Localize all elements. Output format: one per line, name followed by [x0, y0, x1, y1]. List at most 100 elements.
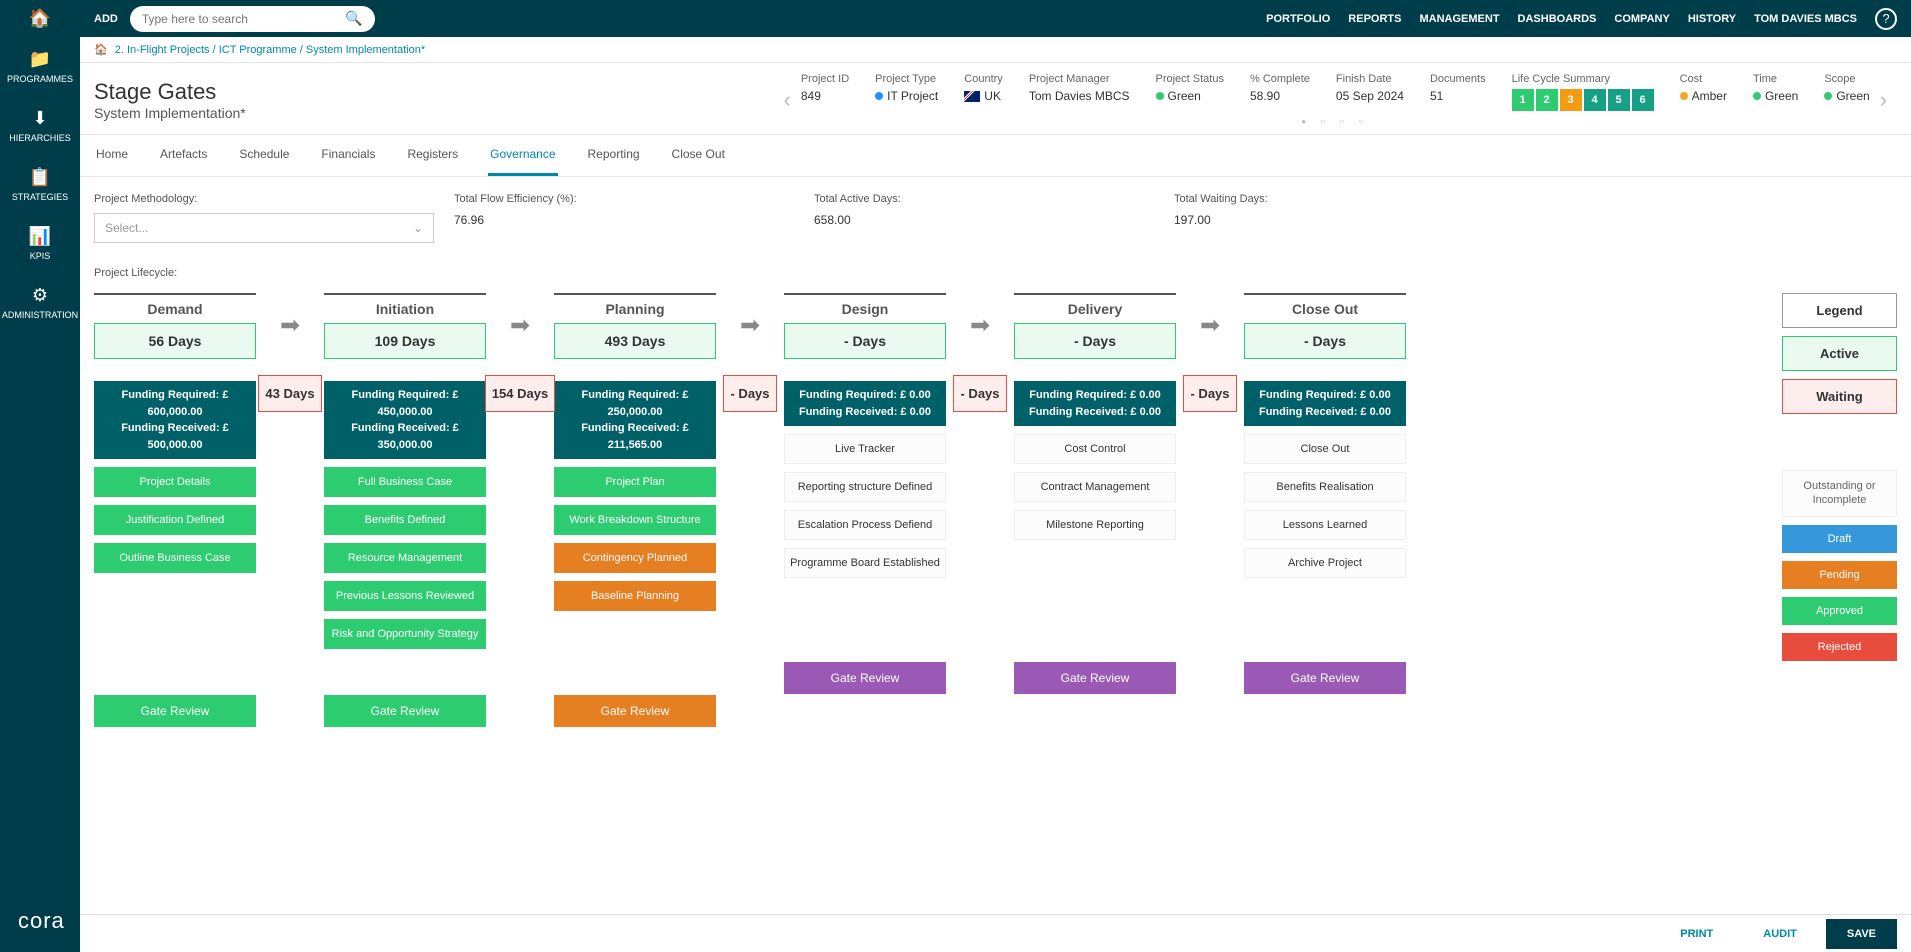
nav-icon: 📋: [29, 167, 51, 188]
tab-registers[interactable]: Registers: [405, 135, 460, 176]
stage-item[interactable]: Archive Project: [1244, 548, 1406, 578]
stage-item[interactable]: Benefits Defined: [324, 505, 486, 535]
stage-design: Design - Days Funding Required: £ 0.00Fund…: [784, 293, 946, 694]
stage-item[interactable]: Work Breakdown Structure: [554, 505, 716, 535]
search-input[interactable]: [142, 12, 346, 26]
stage-arrow: ➡43 Days: [264, 293, 316, 340]
tab-artefacts[interactable]: Artefacts: [158, 135, 209, 176]
arrow-right-icon: ➡: [510, 311, 530, 340]
sidebar-item-hierarchies[interactable]: ⬇HIERARCHIES: [0, 96, 80, 155]
stage-item[interactable]: Previous Lessons Reviewed: [324, 581, 486, 611]
waiting-days-box: - Days: [1183, 375, 1236, 412]
stage-item[interactable]: Programme Board Established: [784, 548, 946, 578]
stage-item[interactable]: Live Tracker: [784, 434, 946, 464]
sidebar-item-administration[interactable]: ⚙ADMINISTRATION: [0, 273, 80, 332]
gate-review-button[interactable]: Gate Review: [324, 695, 486, 727]
topnav-dashboards[interactable]: DASHBOARDS: [1518, 13, 1597, 25]
tab-financials[interactable]: Financials: [319, 135, 377, 176]
breadcrumb-home-icon[interactable]: 🏠: [94, 44, 108, 56]
print-button[interactable]: PRINT: [1659, 919, 1734, 949]
uk-flag-icon: [964, 91, 980, 102]
gate-review-button[interactable]: Gate Review: [554, 695, 716, 727]
audit-button[interactable]: AUDIT: [1742, 919, 1818, 949]
funding-box: Funding Required: £ 0.00Funding Received…: [784, 381, 946, 426]
methodology-select[interactable]: Select... ⌄: [94, 213, 434, 243]
stage-item[interactable]: Resource Management: [324, 543, 486, 573]
chevron-right-icon[interactable]: ›: [1870, 87, 1897, 113]
sidebar-item-strategies[interactable]: 📋STRATEGIES: [0, 155, 80, 214]
chevron-left-icon[interactable]: ‹: [774, 87, 801, 113]
stage-item[interactable]: Project Details: [94, 467, 256, 497]
carousel-dots[interactable]: ● ○ ○ ○: [801, 117, 1870, 126]
gate-review-button[interactable]: Gate Review: [784, 662, 946, 694]
topnav-history[interactable]: HISTORY: [1688, 13, 1736, 25]
tab-schedule[interactable]: Schedule: [237, 135, 291, 176]
funding-box: Funding Required: £ 600,000.00Funding Re…: [94, 381, 256, 459]
breadcrumb[interactable]: 🏠 2. In-Flight Projects / ICT Programme …: [80, 37, 1911, 63]
stage-item[interactable]: Cost Control: [1014, 434, 1176, 464]
stage-item[interactable]: Outline Business Case: [94, 543, 256, 573]
nav-icon: ⚙: [32, 285, 48, 306]
stage-item[interactable]: Close Out: [1244, 434, 1406, 464]
stage-title: Close Out: [1292, 301, 1358, 317]
funding-box: Funding Required: £ 0.00Funding Received…: [1014, 381, 1176, 426]
gate-review-button[interactable]: Gate Review: [1014, 662, 1176, 694]
stage-item[interactable]: Full Business Case: [324, 467, 486, 497]
tab-governance[interactable]: Governance: [488, 135, 557, 176]
stage-item[interactable]: Reporting structure Defined: [784, 472, 946, 502]
active-days-box: 109 Days: [324, 323, 486, 359]
help-icon[interactable]: ?: [1875, 8, 1897, 30]
stage-close-out: Close Out- DaysFunding Required: £ 0.00F…: [1244, 293, 1406, 694]
waiting-days-box: - Days: [953, 375, 1006, 412]
page-subtitle: System Implementation*: [94, 105, 246, 121]
sidebar-item-programmes[interactable]: 📁PROGRAMMES: [0, 37, 80, 96]
search-icon[interactable]: 🔍: [345, 10, 362, 27]
gate-review-button[interactable]: Gate Review: [94, 695, 256, 727]
funding-box: Funding Required: £ 0.00Funding Received…: [1244, 381, 1406, 426]
sidebar-item-kpis[interactable]: 📊KPIS: [0, 214, 80, 273]
chevron-down-icon: ⌄: [413, 221, 423, 235]
stage-planning: Planning493 DaysFunding Required: £ 250,…: [554, 293, 716, 727]
home-icon[interactable]: 🏠: [0, 0, 80, 37]
topnav-portfolio[interactable]: PORTFOLIO: [1266, 13, 1330, 25]
active-days-box: - Days: [784, 323, 946, 359]
legend-active: Active: [1782, 336, 1897, 371]
tab-reporting[interactable]: Reporting: [586, 135, 642, 176]
stage-item[interactable]: Project Plan: [554, 467, 716, 497]
stage-item[interactable]: Risk and Opportunity Strategy: [324, 619, 486, 649]
dot-icon: [1680, 92, 1688, 100]
dot-icon: [875, 92, 883, 100]
stage-arrow: ➡154 Days: [494, 293, 546, 340]
stage-item[interactable]: Justification Defined: [94, 505, 256, 535]
tab-close-out[interactable]: Close Out: [670, 135, 727, 176]
topnav-tom-davies-mbcs[interactable]: TOM DAVIES MBCS: [1754, 13, 1857, 25]
gate-review-button[interactable]: Gate Review: [1244, 662, 1406, 694]
stage-item[interactable]: Benefits Realisation: [1244, 472, 1406, 502]
legend-draft: Draft: [1782, 525, 1897, 553]
stage-item[interactable]: Escalation Process Defiend: [784, 510, 946, 540]
save-button[interactable]: SAVE: [1826, 919, 1897, 949]
waiting-days-box: 43 Days: [258, 375, 321, 412]
stage-title: Design: [842, 301, 889, 317]
stage-item[interactable]: Contingency Planned: [554, 543, 716, 573]
legend-pending: Pending: [1782, 561, 1897, 589]
stage-delivery: Delivery- DaysFunding Required: £ 0.00Fu…: [1014, 293, 1176, 694]
stage-initiation: Initiation109 DaysFunding Required: £ 45…: [324, 293, 486, 727]
tab-home[interactable]: Home: [94, 135, 130, 176]
stage-item[interactable]: Milestone Reporting: [1014, 510, 1176, 540]
stage-item[interactable]: Lessons Learned: [1244, 510, 1406, 540]
search-box[interactable]: 🔍: [130, 6, 375, 32]
stage-title: Demand: [147, 301, 202, 317]
lifecycle-summary: 123456: [1512, 89, 1654, 111]
dot-icon: [1156, 92, 1164, 100]
stage-item[interactable]: Baseline Planning: [554, 581, 716, 611]
topnav-reports[interactable]: REPORTS: [1348, 13, 1401, 25]
stage-title: Planning: [605, 301, 664, 317]
arrow-right-icon: ➡: [740, 311, 760, 340]
stage-item[interactable]: Contract Management: [1014, 472, 1176, 502]
add-button[interactable]: ADD: [94, 13, 118, 25]
topnav-management[interactable]: MANAGEMENT: [1419, 13, 1499, 25]
sidebar: 🏠 📁PROGRAMMES⬇HIERARCHIES📋STRATEGIES📊KPI…: [0, 0, 80, 952]
topnav-company[interactable]: COMPANY: [1614, 13, 1669, 25]
waiting-days-box: 154 Days: [485, 375, 555, 412]
